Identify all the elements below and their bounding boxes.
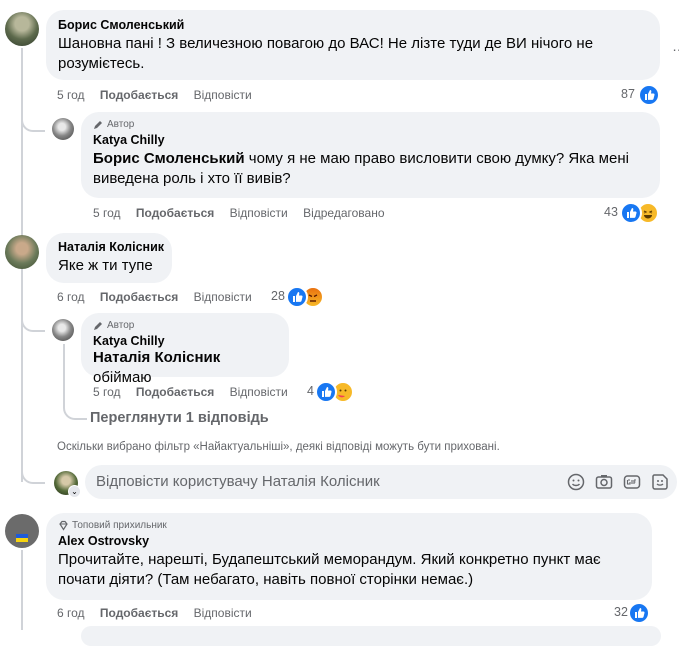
- comment-bubble: Борис Смоленський Шановна пані ! З велич…: [46, 10, 660, 80]
- comment-bubble: Автор Katya Chilly Наталія Колісник обій…: [81, 313, 289, 386]
- reaction-count[interactable]: 32: [614, 605, 628, 619]
- reply-button[interactable]: Відповісти: [194, 88, 252, 102]
- like-button[interactable]: Подобається: [100, 606, 178, 620]
- like-button[interactable]: Подобається: [136, 206, 214, 220]
- comment-text: Прочитайте, нарешті, Будапештський мемор…: [58, 551, 601, 588]
- like-icon: [638, 84, 660, 106]
- view-more-replies[interactable]: Переглянути 1 відповідь: [90, 410, 269, 426]
- comment-actions: 5 год Подобається Відповісти: [57, 88, 252, 102]
- reaction-count[interactable]: 4: [307, 384, 314, 398]
- more-dots-icon[interactable]: …: [672, 38, 679, 54]
- avatar[interactable]: [52, 319, 74, 341]
- like-button[interactable]: Подобається: [136, 385, 214, 399]
- edit-pencil-icon: [94, 322, 102, 330]
- comment-bubble: Топовий прихильник Alex Ostrovsky Прочит…: [46, 513, 652, 600]
- comment-text: Наталія Колісник обіймаю: [93, 348, 277, 388]
- like-icon: [286, 286, 308, 308]
- thread-branch: [21, 310, 45, 332]
- avatar[interactable]: [52, 118, 74, 140]
- mention-link[interactable]: Борис Смоленський: [93, 150, 245, 167]
- comment-text: Борис Смоленський чому я не маю право ви…: [93, 149, 648, 189]
- author-badge: Топовий прихильник: [58, 520, 640, 531]
- comment-author[interactable]: Alex Ostrovsky: [58, 534, 640, 548]
- reply-button[interactable]: Відповісти: [230, 385, 288, 399]
- badge-label: Автор: [107, 320, 135, 331]
- avatar[interactable]: [5, 514, 39, 548]
- filter-note: Оскільки вибрано фільтр «Найактуальніші»…: [57, 441, 500, 453]
- comment-actions: 6 год Подобається Відповісти: [57, 606, 252, 620]
- next-reply-bubble: [81, 626, 661, 646]
- avatar[interactable]: [5, 12, 39, 46]
- reaction-count[interactable]: 43: [604, 205, 618, 219]
- comment-time[interactable]: 5 год: [57, 88, 85, 102]
- comment-body: обіймаю: [93, 369, 152, 386]
- comment-actions: 5 год Подобається Відповісти Відредагова…: [93, 206, 385, 220]
- gif-icon[interactable]: [623, 473, 641, 491]
- edit-pencil-icon: [94, 121, 102, 129]
- reply-button[interactable]: Відповісти: [194, 606, 252, 620]
- like-button[interactable]: Подобається: [100, 290, 178, 304]
- author-badge: Автор: [93, 119, 648, 130]
- comment-time[interactable]: 6 год: [57, 290, 85, 304]
- edited-label[interactable]: Відредаговано: [303, 206, 384, 220]
- comment-author[interactable]: Борис Смоленський: [58, 18, 648, 32]
- diamond-icon: [59, 520, 68, 531]
- comment-author[interactable]: Katya Chilly: [93, 334, 277, 348]
- emoji-icon[interactable]: [567, 473, 585, 491]
- thread-branch: [21, 460, 45, 484]
- like-icon: [620, 202, 642, 224]
- comment-author[interactable]: Katya Chilly: [93, 133, 648, 147]
- comment-bubble: Наталія Колісник Яке ж ти тупе: [46, 233, 172, 283]
- comment-text: Шановна пані ! З величезною повагою до В…: [58, 35, 594, 72]
- camera-icon[interactable]: [595, 473, 613, 491]
- thread-branch: [21, 108, 45, 132]
- comment-bubble: Автор Katya Chilly Борис Смоленський чом…: [81, 112, 660, 198]
- reaction-count[interactable]: 87: [621, 87, 635, 101]
- badge-label: Топовий прихильник: [72, 520, 167, 531]
- author-badge: Автор: [93, 320, 277, 331]
- reply-button[interactable]: Відповісти: [194, 290, 252, 304]
- like-icon: [628, 602, 650, 624]
- comment-text: Яке ж ти тупе: [58, 257, 153, 274]
- comment-time[interactable]: 5 год: [93, 206, 121, 220]
- thread-branch: [63, 398, 87, 420]
- sticker-icon[interactable]: [651, 473, 669, 491]
- comment-actions: 6 год Подобається Відповісти: [57, 290, 252, 304]
- reply-input-placeholder: Відповісти користувачу Наталія Колісник: [96, 473, 380, 490]
- chevron-down-icon[interactable]: ⌄: [68, 485, 81, 498]
- reply-input[interactable]: Відповісти користувачу Наталія Колісник: [85, 465, 677, 499]
- comment-author[interactable]: Наталія Колісник: [58, 240, 164, 254]
- avatar[interactable]: [5, 235, 39, 269]
- reply-button[interactable]: Відповісти: [230, 206, 288, 220]
- mention-link[interactable]: Наталія Колісник: [93, 349, 220, 366]
- comment-actions: 5 год Подобається Відповісти: [93, 385, 288, 399]
- reaction-count[interactable]: 28: [271, 289, 285, 303]
- badge-label: Автор: [107, 119, 135, 130]
- thread-line: [21, 550, 23, 630]
- like-button[interactable]: Подобається: [100, 88, 178, 102]
- comment-time[interactable]: 5 год: [93, 385, 121, 399]
- comment-time[interactable]: 6 год: [57, 606, 85, 620]
- like-icon: [315, 381, 337, 403]
